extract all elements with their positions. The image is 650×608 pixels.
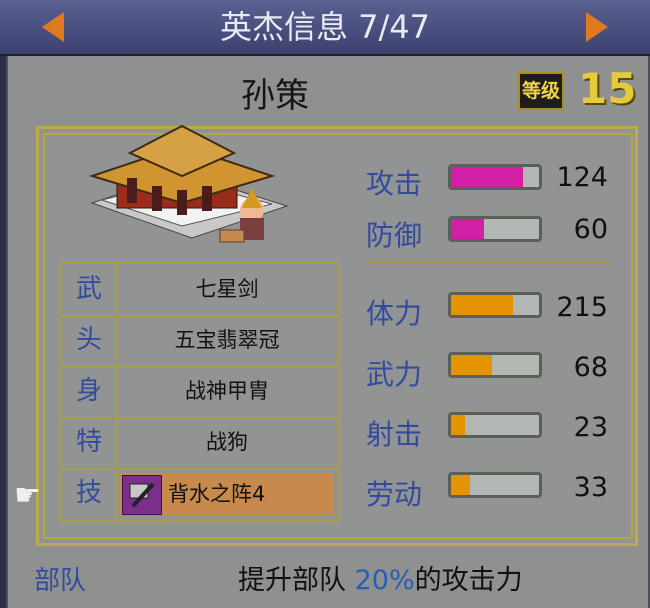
stat-label-stamina: 体力 [366,297,423,330]
stat-value-stamina: 215 [556,292,608,323]
skill-name: 背水之阵4 [168,482,266,506]
stat-value-labor: 33 [573,472,608,503]
stat-value-attack: 124 [556,162,608,193]
unit-effect-prefix: 提升部队 [238,565,355,596]
hero-name: 孙策 [241,76,309,116]
stat-label-defense: 防御 [366,219,423,252]
stat-label-force: 武力 [366,358,423,391]
unit-effect-suffix: 的攻击力 [414,565,523,596]
equipment-row-weapon[interactable]: 武 七星剑 [62,264,338,317]
stat-fill-stamina [451,295,513,315]
level-value: 15 [578,64,637,113]
stat-bar-shooting [448,412,542,438]
equipment-row-skill[interactable]: 技 背水之阵4 [62,468,338,519]
stats-divider [366,261,610,264]
palace-and-hero-sprite [88,124,289,243]
equipment-value: 战狗 [206,430,248,454]
stat-label-shooting: 射击 [366,418,423,451]
stat-label-attack: 攻击 [366,167,423,200]
equipment-table: 武 七星剑 头 五宝翡翠冠 身 战神甲胄 特 战狗 技 背水之阵4 [60,262,340,522]
equipment-key: 特 [62,417,118,468]
unit-label: 部队 [34,566,87,596]
equipment-key: 头 [62,315,118,366]
stat-bar-defense [448,216,542,242]
stat-value-shooting: 23 [573,412,608,443]
equipment-value: 战神甲胄 [185,379,269,403]
stat-fill-shooting [451,415,466,435]
equipment-value: 五宝翡翠冠 [174,328,280,352]
stat-fill-labor [451,475,471,495]
stat-bar-stamina [448,292,542,318]
stat-value-force: 68 [573,352,608,383]
equipment-key: 武 [62,264,118,315]
equipment-row-head[interactable]: 头 五宝翡翠冠 [62,315,338,368]
stat-bar-attack [448,164,542,190]
pointing-hand-icon: ☛ [14,478,41,513]
header-title: 英杰信息 7/47 [219,8,431,46]
equipment-value: 七星剑 [195,277,259,301]
equipment-key: 身 [62,366,118,417]
unit-effect-percent: 20% [354,565,415,596]
stat-fill-attack [451,167,524,187]
stat-bar-labor [448,472,542,498]
level-badge: 等级 [518,72,564,110]
stat-value-defense: 60 [573,214,608,245]
equipment-key: 技 [62,468,118,519]
stat-bar-force [448,352,542,378]
unit-effect-text: 提升部队 20%的攻击力 [238,558,523,597]
equipment-row-body[interactable]: 身 战神甲胄 [62,366,338,419]
stat-label-labor: 劳动 [366,478,423,511]
axe-icon [122,475,162,515]
equipment-row-special[interactable]: 特 战狗 [62,417,338,470]
next-arrow-icon[interactable] [586,12,608,42]
skill-cell[interactable]: 背水之阵4 [120,473,334,515]
stat-fill-force [451,355,493,375]
stat-fill-defense [451,219,485,239]
